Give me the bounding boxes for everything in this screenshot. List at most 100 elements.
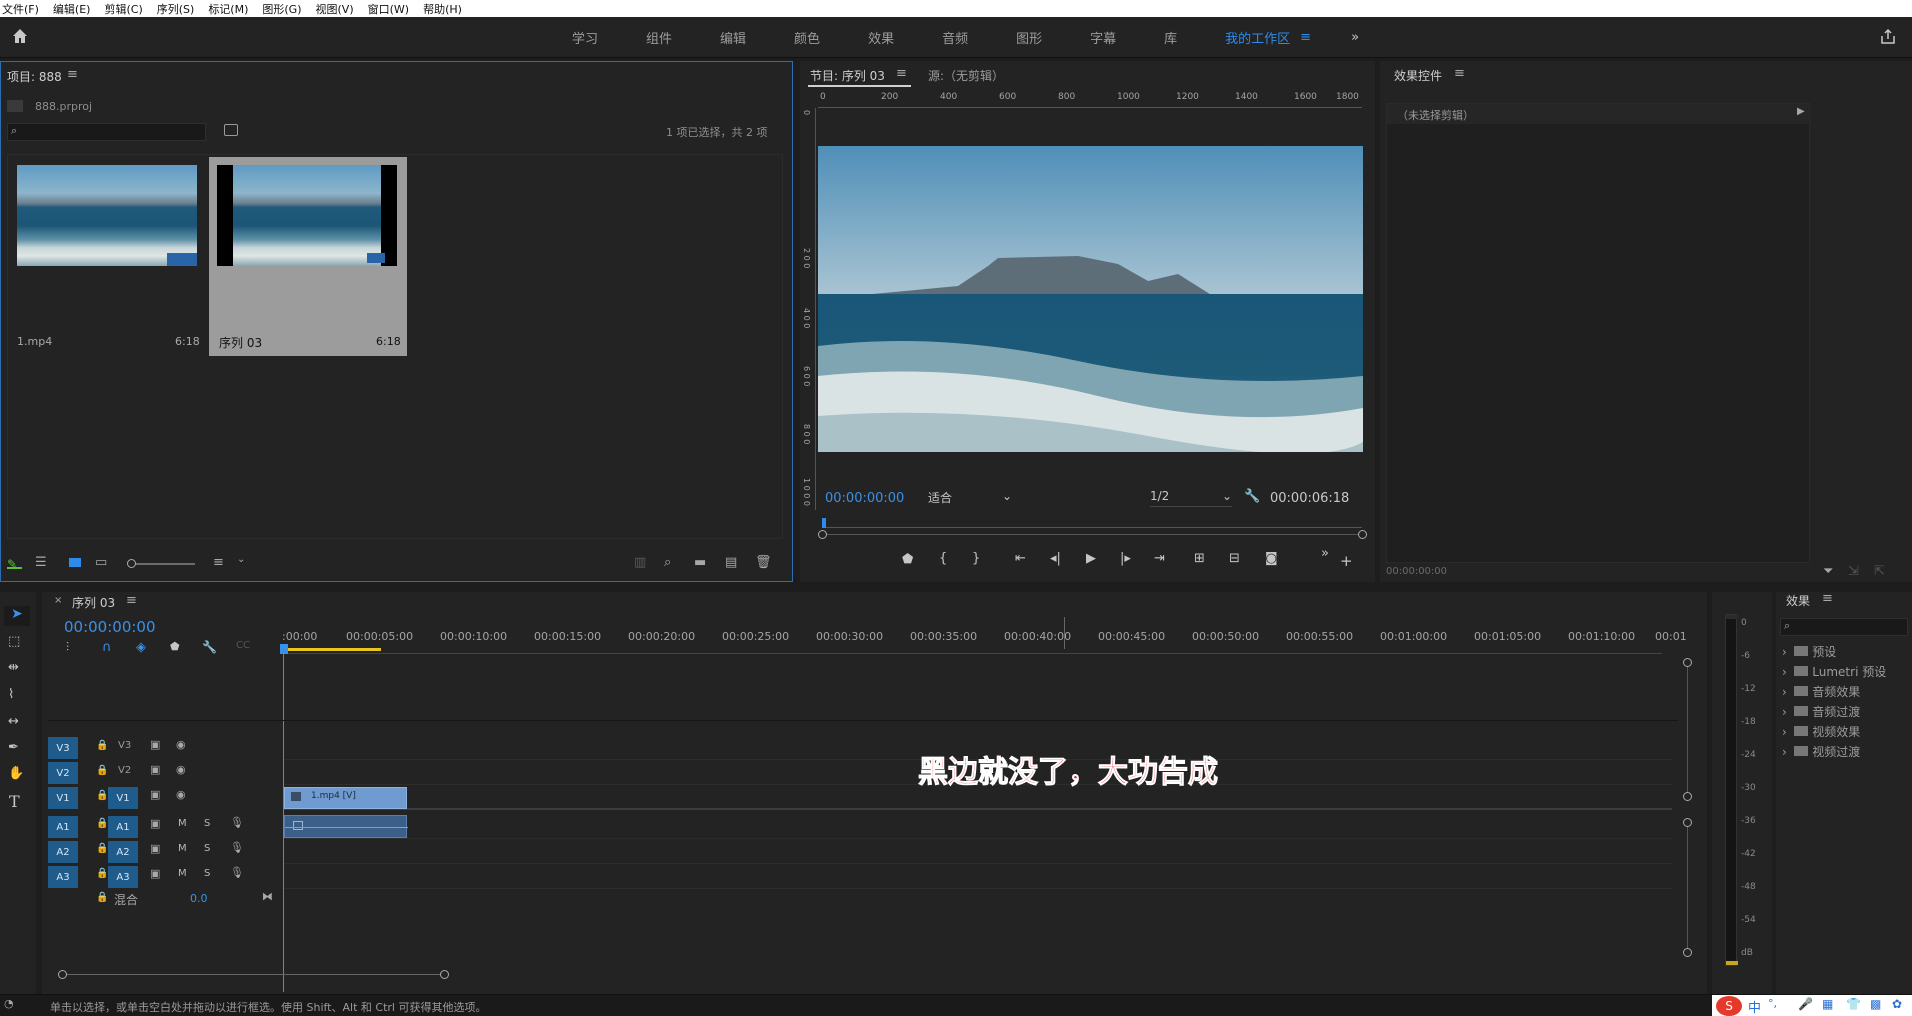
hand-icon[interactable]: ✋	[8, 766, 24, 781]
microphone-icon[interactable]: 🎤	[1798, 997, 1813, 1011]
toolbox-icon[interactable]: ▩	[1870, 997, 1881, 1011]
lock-icon[interactable]: 🔒	[96, 843, 108, 854]
find-bin-icon[interactable]: ⌕	[664, 555, 671, 570]
menu-file[interactable]: 文件(F)	[2, 1, 39, 17]
project-item-sequence[interactable]: 序列 03 6:18	[209, 157, 407, 356]
program-tab[interactable]: 节目: 序列 03	[810, 67, 885, 84]
lock-icon[interactable]: 🔒	[96, 740, 108, 751]
effects-search-input[interactable]: ⌕	[1780, 618, 1908, 636]
sync-lock-icon[interactable]: ▣	[150, 763, 160, 776]
effects-item-audio-transitions[interactable]: › 音频过渡	[1782, 703, 1860, 720]
effects-item-video-effects[interactable]: › 视频效果	[1782, 723, 1860, 740]
effects-item-presets[interactable]: › 预设	[1782, 643, 1836, 660]
pencil-icon[interactable]: ✎	[7, 557, 22, 571]
mute-button[interactable]: M	[178, 818, 187, 829]
freeform-view-icon[interactable]: ▭	[95, 555, 107, 570]
a1-source-patch[interactable]: A1	[48, 816, 78, 838]
sync-lock-icon[interactable]: ▣	[150, 842, 160, 855]
tab-editing[interactable]: 编辑	[720, 28, 746, 47]
a1-track-target[interactable]: A1	[108, 816, 138, 838]
a2-source-patch[interactable]: A2	[48, 841, 78, 863]
share-icon[interactable]	[1878, 27, 1898, 47]
menu-marker[interactable]: 标记(M)	[208, 1, 248, 17]
ime-punctuation[interactable]: °,	[1768, 997, 1777, 1010]
sync-lock-icon[interactable]: ▣	[150, 817, 160, 830]
track-select-icon[interactable]: ⬚	[8, 634, 20, 649]
effect-controls-title[interactable]: 效果控件	[1394, 67, 1442, 84]
effects-title[interactable]: 效果	[1786, 592, 1810, 609]
v1-source-patch[interactable]: V1	[48, 787, 78, 809]
menu-help[interactable]: 帮助(H)	[423, 1, 462, 17]
eye-icon[interactable]: ◉	[176, 763, 186, 776]
tab-libraries[interactable]: 库	[1164, 28, 1177, 47]
panel-menu-icon[interactable]: ≡	[1822, 591, 1833, 606]
new-item-icon[interactable]: ▤	[725, 555, 737, 570]
source-tab[interactable]: 源:（无剪辑）	[928, 67, 1004, 84]
tab-captions[interactable]: 字幕	[1090, 28, 1116, 47]
timeline-playhead[interactable]	[280, 644, 288, 654]
lock-icon[interactable]: 🔒	[96, 868, 108, 879]
sort-icon[interactable]: ≡	[213, 555, 224, 570]
program-scrub-bar[interactable]	[822, 518, 1362, 528]
lock-icon[interactable]: 🔒	[96, 790, 108, 801]
project-title[interactable]: 项目: 888	[7, 68, 62, 85]
wrench-icon[interactable]: 🔧	[202, 640, 217, 654]
mix-end-icon[interactable]: ⧓	[262, 890, 273, 903]
timeline-zoom-scroll[interactable]	[58, 970, 449, 979]
program-video-frame[interactable]	[818, 146, 1363, 452]
razor-icon[interactable]: ⌇	[8, 687, 14, 702]
menu-window[interactable]: 窗口(W)	[368, 1, 409, 17]
find-icon[interactable]	[224, 124, 238, 136]
fit-dropdown[interactable]: 适合 ⌄	[928, 489, 1012, 507]
a3-lane[interactable]	[284, 864, 1672, 889]
mute-button[interactable]: M	[178, 843, 187, 854]
pen-icon[interactable]: ✒	[8, 740, 19, 755]
resolution-dropdown[interactable]: 1/2 ⌄	[1150, 489, 1232, 507]
play-only-icon[interactable]: ▶	[1797, 106, 1805, 117]
work-area-bar[interactable]	[282, 648, 381, 651]
zoom-scroll-bar[interactable]	[818, 530, 1367, 539]
audio-clip[interactable]	[284, 815, 408, 838]
lock-icon[interactable]: 🔒	[96, 818, 108, 829]
ime-toolbar[interactable]: S 中 °, 🎤 ▦ 👕 ▩ ✿	[1712, 995, 1912, 1016]
home-icon[interactable]	[10, 26, 30, 46]
play-icon[interactable]: ▶	[1086, 551, 1096, 566]
project-search-input[interactable]: ⌕	[7, 123, 206, 141]
eye-icon[interactable]: ◉	[176, 738, 186, 751]
add-marker-icon[interactable]: ⬟	[902, 552, 913, 567]
panel-menu-icon[interactable]: ≡	[67, 67, 78, 82]
tab-audio[interactable]: 音频	[942, 28, 968, 47]
share-fx-icon[interactable]: ⇱	[1874, 564, 1885, 579]
panel-menu-icon[interactable]: ≡	[1454, 66, 1465, 81]
lock-icon[interactable]: 🔒	[96, 765, 108, 776]
video-scrollbar[interactable]	[1683, 658, 1692, 801]
tab-assembly[interactable]: 组件	[646, 28, 672, 47]
solo-button[interactable]: S	[204, 868, 210, 879]
automate-icon[interactable]: ▥	[634, 555, 646, 570]
solo-button[interactable]: S	[204, 818, 210, 829]
settings-icon[interactable]: ✿	[1892, 997, 1902, 1011]
tab-my-workspace[interactable]: 我的工作区	[1225, 28, 1290, 47]
effects-item-lumetri[interactable]: › Lumetri 预设	[1782, 663, 1886, 680]
type-tool-icon[interactable]: T	[9, 792, 20, 811]
skin-icon[interactable]: 👕	[1846, 997, 1861, 1011]
v3-source-patch[interactable]: V3	[48, 737, 78, 759]
audio-scrollbar[interactable]	[1683, 818, 1692, 957]
extract-icon[interactable]: ⊟	[1229, 551, 1240, 566]
selection-tool[interactable]: ➤	[4, 606, 30, 626]
mix-value[interactable]: 0.0	[190, 892, 208, 905]
program-timecode[interactable]: 00:00:00:00	[825, 491, 904, 506]
chevron-down-icon[interactable]: ⌄	[237, 554, 245, 565]
microphone-icon[interactable]: 🎙	[230, 841, 244, 854]
filter-icon[interactable]: ⏷	[1823, 564, 1833, 579]
solo-button[interactable]: S	[204, 843, 210, 854]
go-to-out-icon[interactable]: ⇥	[1154, 551, 1165, 566]
new-bin-icon[interactable]: ▬	[694, 555, 706, 570]
tab-effects[interactable]: 效果	[868, 28, 894, 47]
v2-source-patch[interactable]: V2	[48, 762, 78, 784]
lift-icon[interactable]: ⊞	[1194, 551, 1205, 566]
go-to-in-icon[interactable]: ⇤	[1015, 551, 1026, 566]
sogou-logo-icon[interactable]: S	[1716, 996, 1742, 1016]
add-marker-icon[interactable]: ⬟	[170, 640, 180, 653]
a2-lane[interactable]	[284, 839, 1672, 864]
